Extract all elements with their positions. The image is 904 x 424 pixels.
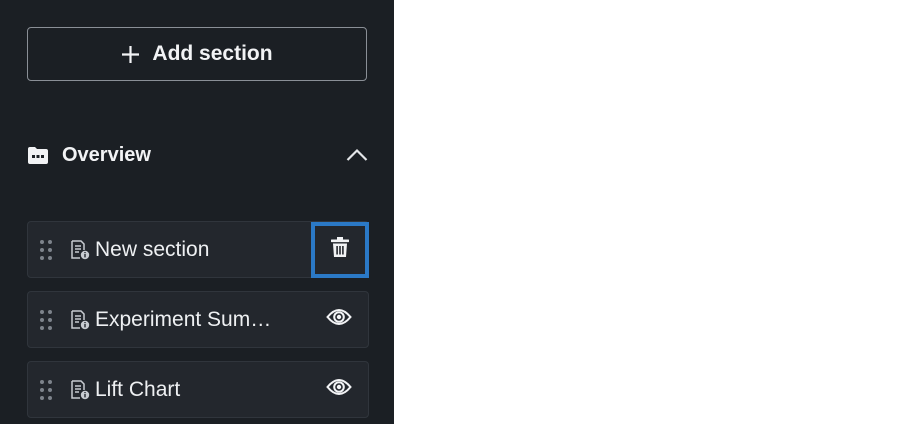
eye-icon — [326, 308, 352, 331]
delete-section-button[interactable] — [311, 221, 369, 278]
document-info-icon — [70, 239, 90, 260]
group-title: Overview — [62, 143, 151, 166]
eye-icon — [326, 378, 352, 401]
section-item-lift-chart[interactable]: Lift Chart — [27, 361, 369, 418]
folder-icon — [27, 145, 49, 165]
trash-icon — [330, 236, 350, 263]
plus-icon — [121, 45, 140, 64]
main-content-area — [394, 0, 904, 424]
section-label: New section — [95, 237, 210, 261]
toggle-visibility-button[interactable] — [310, 291, 368, 348]
add-section-label: Add section — [152, 42, 273, 65]
document-info-icon — [70, 379, 90, 400]
document-info-icon — [70, 309, 90, 330]
chevron-up-icon[interactable] — [345, 143, 369, 167]
drag-handle-icon[interactable] — [39, 309, 53, 331]
sidebar: Add section Overview New section Experim… — [0, 0, 394, 424]
section-label: Experiment Sum… — [95, 307, 272, 331]
drag-handle-icon[interactable] — [39, 379, 53, 401]
section-item-new-section[interactable]: New section — [27, 221, 369, 278]
add-section-button[interactable]: Add section — [27, 27, 367, 81]
group-header-overview[interactable]: Overview — [27, 136, 369, 174]
section-label: Lift Chart — [95, 377, 181, 401]
drag-handle-icon[interactable] — [39, 239, 53, 261]
toggle-visibility-button[interactable] — [310, 361, 368, 418]
section-item-experiment-summary[interactable]: Experiment Sum… — [27, 291, 369, 348]
